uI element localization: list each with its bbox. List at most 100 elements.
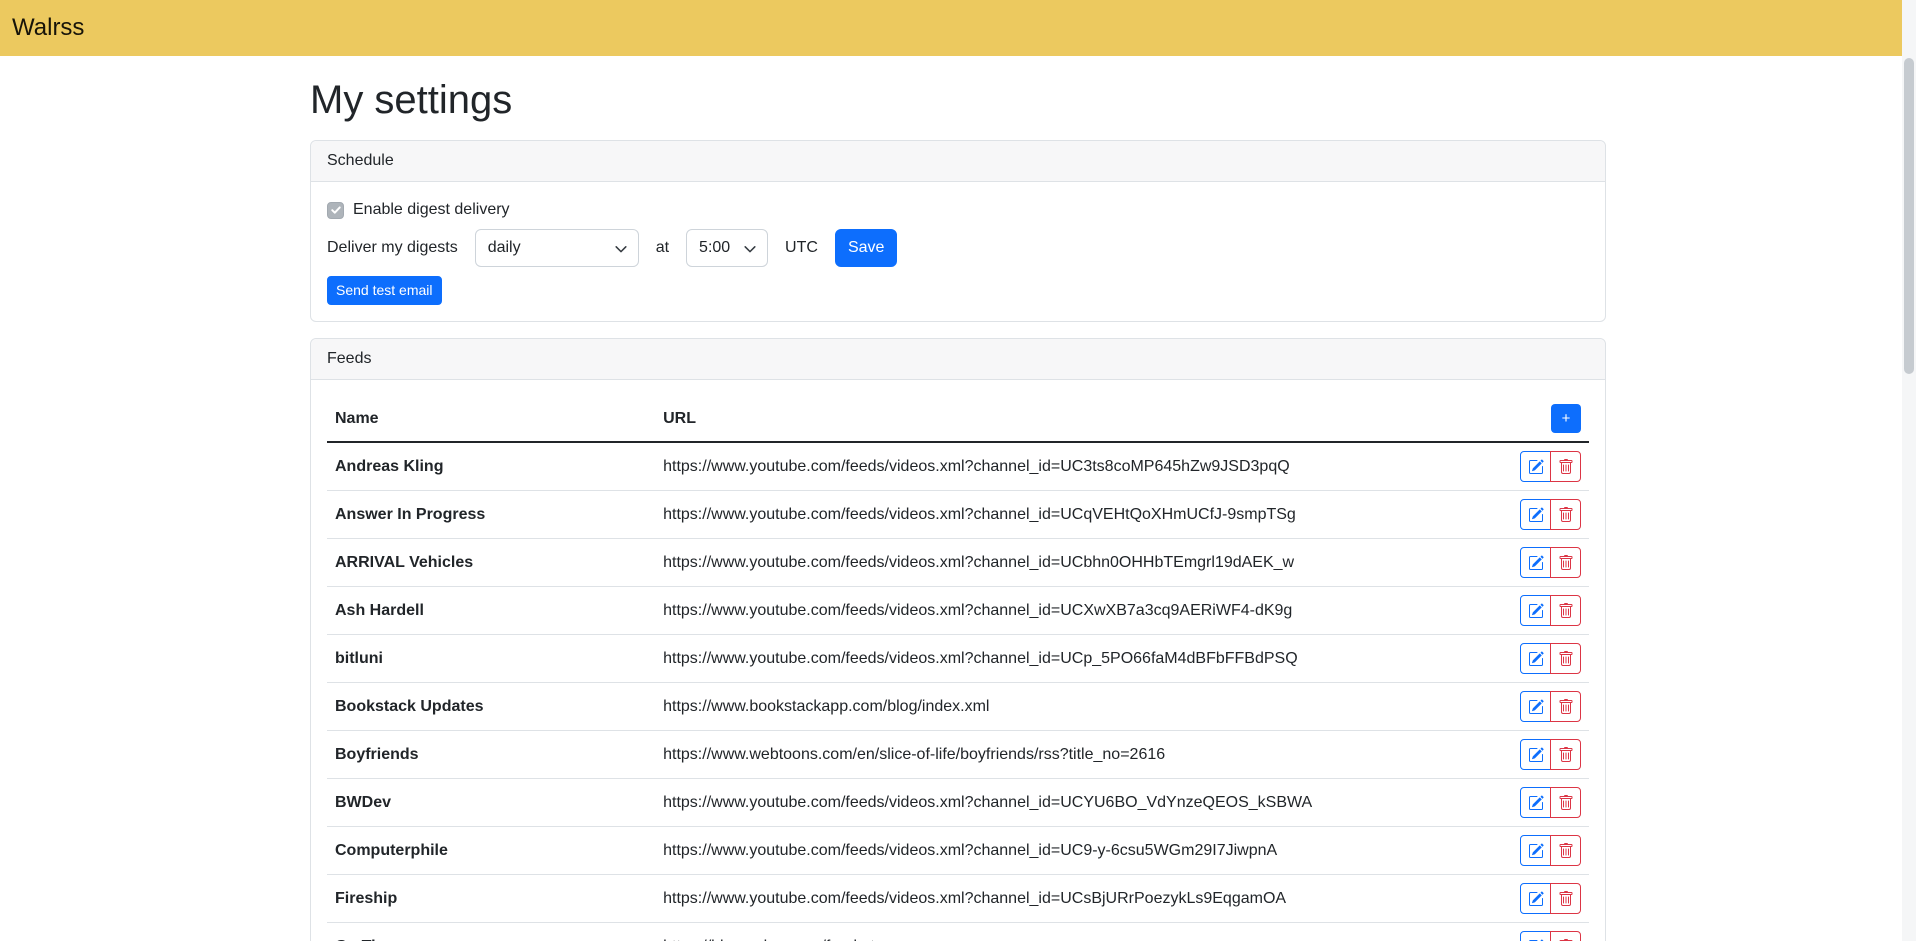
schedule-card: Schedule Enable digest delivery Deliver … — [310, 140, 1606, 322]
table-row: Computerphile https://www.youtube.com/fe… — [327, 827, 1589, 875]
deliver-label: Deliver my digests — [327, 239, 458, 257]
pencil-square-icon — [1528, 699, 1544, 715]
delete-feed-button[interactable] — [1550, 835, 1581, 866]
feed-actions — [1459, 491, 1589, 539]
feed-action-group — [1520, 691, 1581, 722]
table-row: Answer In Progress https://www.youtube.c… — [327, 491, 1589, 539]
edit-feed-button[interactable] — [1520, 787, 1551, 818]
feed-url: https://www.youtube.com/feeds/videos.xml… — [655, 442, 1459, 491]
feed-actions — [1459, 683, 1589, 731]
feed-url: https://www.webtoons.com/en/slice-of-lif… — [655, 731, 1459, 779]
trash-icon — [1558, 603, 1574, 619]
send-test-email-button[interactable]: Send test email — [327, 276, 442, 305]
timezone-label: UTC — [785, 239, 818, 257]
edit-feed-button[interactable] — [1520, 643, 1551, 674]
trash-icon — [1558, 459, 1574, 475]
feed-name: Bookstack Updates — [327, 683, 655, 731]
frequency-select[interactable]: daily — [475, 229, 639, 267]
trash-icon — [1558, 843, 1574, 859]
frequency-selected-value: daily — [488, 239, 521, 257]
pencil-square-icon — [1528, 795, 1544, 811]
feed-name: Ash Hardell — [327, 587, 655, 635]
pencil-square-icon — [1528, 747, 1544, 763]
edit-feed-button[interactable] — [1520, 739, 1551, 770]
edit-feed-button[interactable] — [1520, 451, 1551, 482]
feed-actions — [1459, 635, 1589, 683]
delete-feed-button[interactable] — [1550, 643, 1581, 674]
feed-name: Answer In Progress — [327, 491, 655, 539]
feeds-card-body: Name URL + Andreas Kling https://www.you… — [311, 380, 1605, 941]
feed-name: Go Time — [327, 923, 655, 941]
edit-feed-button[interactable] — [1520, 547, 1551, 578]
feed-action-group — [1520, 787, 1581, 818]
feeds-table: Name URL + Andreas Kling https://www.you… — [327, 396, 1589, 941]
feed-action-group — [1520, 739, 1581, 770]
edit-feed-button[interactable] — [1520, 931, 1551, 941]
table-row: bitluni https://www.youtube.com/feeds/vi… — [327, 635, 1589, 683]
delete-feed-button[interactable] — [1550, 787, 1581, 818]
pencil-square-icon — [1528, 891, 1544, 907]
chevron-down-icon — [743, 242, 757, 256]
trash-icon — [1558, 795, 1574, 811]
feed-url: https://www.youtube.com/feeds/videos.xml… — [655, 539, 1459, 587]
add-feed-button[interactable]: + — [1551, 404, 1581, 433]
delete-feed-button[interactable] — [1550, 931, 1581, 941]
time-selected-value: 5:00 — [699, 239, 730, 257]
feed-action-group — [1520, 499, 1581, 530]
edit-feed-button[interactable] — [1520, 835, 1551, 866]
delete-feed-button[interactable] — [1550, 739, 1581, 770]
edit-feed-button[interactable] — [1520, 883, 1551, 914]
enable-digest-checkbox[interactable] — [327, 202, 344, 219]
feed-name: Boyfriends — [327, 731, 655, 779]
feed-actions — [1459, 587, 1589, 635]
delivery-schedule-row: Deliver my digests daily at 5:00 UTC Sav… — [327, 229, 1589, 267]
at-label: at — [656, 239, 669, 257]
trash-icon — [1558, 651, 1574, 667]
edit-feed-button[interactable] — [1520, 499, 1551, 530]
feed-actions — [1459, 779, 1589, 827]
feed-name: Andreas Kling — [327, 442, 655, 491]
brand-link[interactable]: Walrss — [12, 16, 84, 40]
feed-action-group — [1520, 547, 1581, 578]
table-row: Ash Hardell https://www.youtube.com/feed… — [327, 587, 1589, 635]
pencil-square-icon — [1528, 507, 1544, 523]
table-row: Boyfriends https://www.webtoons.com/en/s… — [327, 731, 1589, 779]
save-button[interactable]: Save — [835, 229, 897, 267]
delete-feed-button[interactable] — [1550, 883, 1581, 914]
table-row: BWDev https://www.youtube.com/feeds/vide… — [327, 779, 1589, 827]
feed-actions — [1459, 442, 1589, 491]
page-title: My settings — [310, 76, 1606, 124]
delete-feed-button[interactable] — [1550, 691, 1581, 722]
feed-actions — [1459, 539, 1589, 587]
schedule-card-body: Enable digest delivery Deliver my digest… — [311, 182, 1605, 321]
trash-icon — [1558, 507, 1574, 523]
feed-name: ARRIVAL Vehicles — [327, 539, 655, 587]
feed-url: https://www.youtube.com/feeds/videos.xml… — [655, 635, 1459, 683]
trash-icon — [1558, 747, 1574, 763]
table-row: Bookstack Updates https://www.bookstacka… — [327, 683, 1589, 731]
time-select[interactable]: 5:00 — [686, 229, 768, 267]
table-row: Andreas Kling https://www.youtube.com/fe… — [327, 442, 1589, 491]
delete-feed-button[interactable] — [1550, 499, 1581, 530]
delete-feed-button[interactable] — [1550, 595, 1581, 626]
enable-digest-label[interactable]: Enable digest delivery — [353, 201, 510, 219]
pencil-square-icon — [1528, 555, 1544, 571]
pencil-square-icon — [1528, 459, 1544, 475]
feed-action-group — [1520, 451, 1581, 482]
feed-actions — [1459, 875, 1589, 923]
chevron-down-icon — [614, 242, 628, 256]
edit-feed-button[interactable] — [1520, 691, 1551, 722]
delete-feed-button[interactable] — [1550, 451, 1581, 482]
feed-action-group — [1520, 595, 1581, 626]
vertical-scrollbar[interactable] — [1902, 0, 1916, 941]
trash-icon — [1558, 891, 1574, 907]
feed-actions — [1459, 731, 1589, 779]
trash-icon — [1558, 555, 1574, 571]
edit-feed-button[interactable] — [1520, 595, 1551, 626]
delete-feed-button[interactable] — [1550, 547, 1581, 578]
trash-icon — [1558, 699, 1574, 715]
feed-url: https://www.youtube.com/feeds/videos.xml… — [655, 587, 1459, 635]
feed-actions — [1459, 923, 1589, 941]
feed-action-group — [1520, 883, 1581, 914]
scrollbar-thumb[interactable] — [1904, 58, 1914, 374]
